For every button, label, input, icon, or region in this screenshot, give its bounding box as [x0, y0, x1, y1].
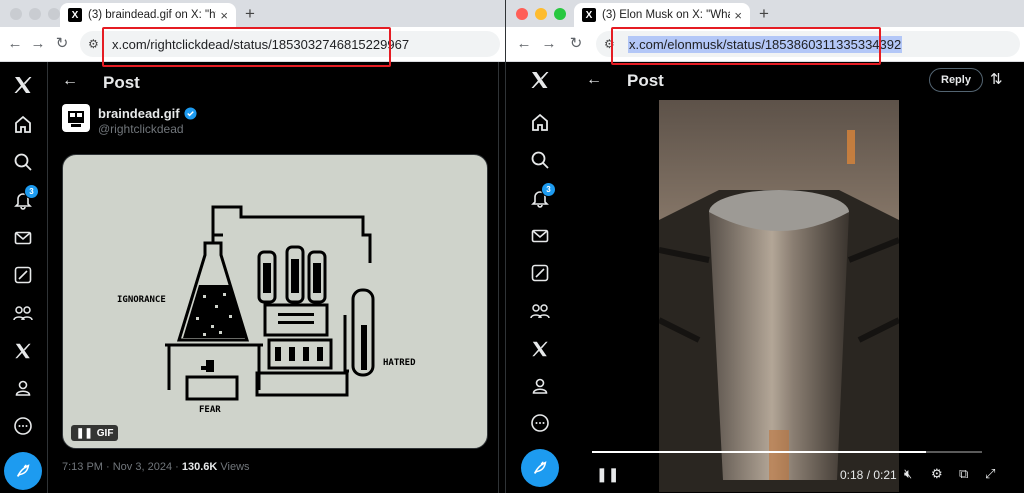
pip-icon[interactable]: ⧉	[959, 466, 968, 482]
gif-label: GIF	[96, 427, 114, 439]
reply-button[interactable]: Reply	[929, 68, 983, 92]
premium-x-icon[interactable]	[527, 336, 553, 362]
close-tab-icon[interactable]: ×	[220, 8, 228, 23]
reload-icon[interactable]: ↻	[52, 34, 72, 54]
compose-post-button[interactable]	[4, 452, 42, 490]
back-arrow-icon[interactable]: ←	[586, 71, 602, 89]
minimize-window-button[interactable]	[535, 8, 547, 20]
browser-tab[interactable]: X (3) Elon Musk on X: "What to ×	[574, 3, 750, 27]
notifications-bell-icon[interactable]: 3	[10, 184, 39, 213]
x-favicon-icon: X	[68, 8, 82, 22]
post-metadata: 7:13 PM · Nov 3, 2024 · 130.6K Views	[62, 461, 250, 473]
close-tab-icon[interactable]: ×	[734, 8, 742, 23]
fullscreen-icon[interactable]: ⤢	[985, 466, 995, 482]
rocket-launch-footage	[659, 100, 899, 492]
compose-post-button[interactable]	[521, 449, 559, 487]
notifications-badge: 3	[541, 182, 556, 197]
pause-icon[interactable]: ❚❚	[596, 466, 619, 483]
communities-icon[interactable]	[10, 300, 36, 326]
sidebar: 3	[506, 62, 574, 493]
home-icon[interactable]	[10, 111, 36, 137]
views-label: Views	[217, 461, 250, 473]
sliders-icon[interactable]: ⇅	[990, 70, 1003, 88]
post-column: ← Post Reply ⇅ ❚❚ 0:18 / 0:21 �	[574, 62, 1024, 493]
back-arrow-icon[interactable]: ←	[5, 34, 25, 54]
pause-icon: ❚❚	[76, 427, 93, 439]
right-browser-window: X (3) Elon Musk on X: "What to × + ← → ↻…	[506, 0, 1024, 493]
premium-x-icon[interactable]	[10, 338, 36, 364]
tab-title: (3) Elon Musk on X: "What to	[602, 9, 730, 21]
feather-plus-icon	[533, 461, 547, 474]
feather-plus-icon	[16, 464, 30, 477]
pixel-avatar-icon	[68, 111, 84, 127]
gif-badge[interactable]: ❚❚ GIF	[71, 425, 119, 441]
more-options-icon[interactable]	[10, 413, 36, 439]
distillery-illustration: IGNORANCE HATRED FEAR	[117, 205, 416, 415]
avatar[interactable]	[62, 104, 90, 132]
window-controls	[10, 8, 60, 20]
x-logo-icon[interactable]	[10, 72, 36, 98]
grok-icon[interactable]	[10, 262, 36, 288]
video-progress-fill	[592, 451, 927, 453]
page-title: Post	[103, 73, 140, 92]
tab-strip: X (3) braindead.gif on X: "https: × +	[0, 0, 505, 27]
left-browser-window: X (3) braindead.gif on X: "https: × + ← …	[0, 0, 505, 493]
search-icon[interactable]	[527, 147, 553, 173]
zoom-window-button[interactable]	[48, 8, 60, 20]
post-column: ← Post braindead.gif @rightclickdead IGN…	[47, 62, 499, 493]
new-tab-button[interactable]: +	[240, 3, 260, 25]
notifications-badge: 3	[24, 184, 39, 199]
x-favicon-icon: X	[582, 8, 596, 22]
profile-icon[interactable]	[10, 375, 36, 401]
label-fear: FEAR	[199, 405, 221, 415]
tab-strip: X (3) Elon Musk on X: "What to × +	[506, 0, 1024, 27]
search-icon[interactable]	[10, 149, 36, 175]
profile-icon[interactable]	[527, 373, 553, 399]
messages-icon[interactable]	[527, 223, 553, 249]
messages-icon[interactable]	[10, 225, 36, 251]
browser-tab[interactable]: X (3) braindead.gif on X: "https: ×	[60, 3, 236, 27]
label-hatred: HATRED	[383, 358, 416, 368]
author-handle[interactable]: @rightclickdead	[98, 122, 184, 136]
minimize-window-button[interactable]	[29, 8, 41, 20]
grok-icon[interactable]	[527, 260, 553, 286]
highlight-box	[102, 27, 391, 67]
gif-media[interactable]: IGNORANCE HATRED FEAR ❚❚ GIF	[62, 154, 488, 449]
window-controls	[516, 8, 566, 20]
video-time: 0:18 / 0:21	[840, 468, 897, 482]
sidebar: 3	[0, 62, 47, 493]
views-count: 130.6K	[181, 461, 218, 473]
page-title: Post	[627, 71, 664, 90]
verified-badge-icon	[184, 107, 197, 120]
mute-icon[interactable]: 🔇︎	[904, 466, 912, 482]
notifications-bell-icon[interactable]: 3	[527, 182, 556, 211]
tab-title: (3) braindead.gif on X: "https:	[88, 9, 216, 21]
more-options-icon[interactable]	[527, 410, 553, 436]
x-logo-icon[interactable]	[527, 67, 553, 93]
highlight-box	[611, 27, 881, 65]
settings-gear-icon[interactable]: ⚙	[931, 466, 943, 482]
label-ignorance: IGNORANCE	[117, 295, 166, 305]
forward-arrow-icon[interactable]: →	[539, 34, 559, 54]
back-arrow-icon[interactable]: ←	[62, 72, 78, 90]
forward-arrow-icon[interactable]: →	[28, 34, 48, 54]
new-tab-button[interactable]: +	[754, 3, 774, 25]
video-progress-track[interactable]	[592, 451, 982, 453]
close-window-button[interactable]	[516, 8, 528, 20]
home-icon[interactable]	[527, 109, 553, 135]
close-window-button[interactable]	[10, 8, 22, 20]
video-player[interactable]	[659, 100, 899, 492]
communities-icon[interactable]	[527, 298, 553, 324]
back-arrow-icon[interactable]: ←	[514, 34, 534, 54]
author-name[interactable]: braindead.gif	[98, 106, 180, 121]
zoom-window-button[interactable]	[554, 8, 566, 20]
post-timestamp[interactable]: 7:13 PM · Nov 3, 2024 ·	[62, 461, 182, 473]
reload-icon[interactable]: ↻	[566, 34, 586, 54]
